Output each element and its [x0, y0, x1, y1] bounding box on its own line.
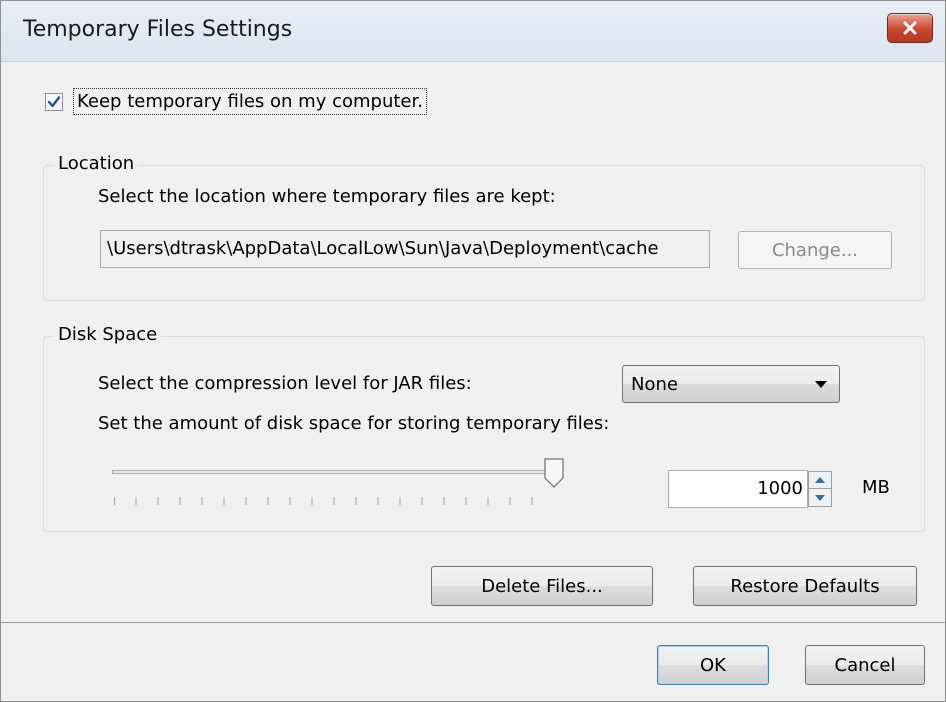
disk-space-group: Disk Space Select the compression level … [43, 324, 925, 532]
cancel-button[interactable]: Cancel [805, 645, 925, 685]
checkmark-icon [47, 95, 61, 107]
disk-space-prompt: Set the amount of disk space for storing… [98, 413, 610, 434]
ok-button[interactable]: OK [657, 645, 769, 685]
compression-level-value: None [631, 373, 678, 395]
change-button[interactable]: Change... [738, 231, 892, 269]
disk-space-amount-input[interactable]: 1000 [668, 470, 808, 508]
keep-files-row[interactable]: Keep temporary files on my computer. [45, 88, 427, 115]
slider-ticks [114, 497, 533, 505]
chevron-down-icon [815, 381, 827, 388]
compression-prompt: Select the compression level for JAR fil… [98, 373, 472, 394]
location-prompt: Select the location where temporary file… [98, 186, 556, 207]
arrow-down-icon [815, 494, 825, 501]
compression-level-dropdown[interactable]: None [622, 365, 840, 403]
restore-defaults-button[interactable]: Restore Defaults [693, 566, 917, 606]
location-legend: Location [54, 153, 139, 174]
keep-files-label[interactable]: Keep temporary files on my computer. [73, 88, 427, 115]
arrow-up-icon [815, 477, 825, 483]
temporary-files-dialog: Temporary Files Settings Keep temporary … [0, 0, 946, 702]
location-group: Location Select the location where tempo… [43, 153, 925, 301]
disk-space-unit: MB [862, 477, 890, 498]
disk-space-spinner[interactable] [808, 471, 832, 507]
title-bar[interactable]: Temporary Files Settings [1, 1, 945, 62]
disk-space-slider-track[interactable] [112, 470, 562, 474]
close-button[interactable] [887, 13, 933, 43]
dialog-content: Keep temporary files on my computer. Loc… [1, 62, 945, 622]
dialog-title: Temporary Files Settings [23, 17, 293, 42]
close-icon [903, 21, 917, 35]
spin-down-button[interactable] [809, 489, 831, 506]
keep-files-checkbox[interactable] [45, 92, 63, 111]
spin-up-button[interactable] [809, 472, 831, 489]
location-path-field[interactable]: \Users\dtrask\AppData\LocalLow\Sun\Java\… [100, 230, 710, 268]
slider-thumb[interactable] [544, 458, 564, 488]
delete-files-button[interactable]: Delete Files... [431, 566, 653, 606]
dialog-footer: OK Cancel [1, 623, 945, 701]
disk-space-legend: Disk Space [54, 324, 162, 345]
